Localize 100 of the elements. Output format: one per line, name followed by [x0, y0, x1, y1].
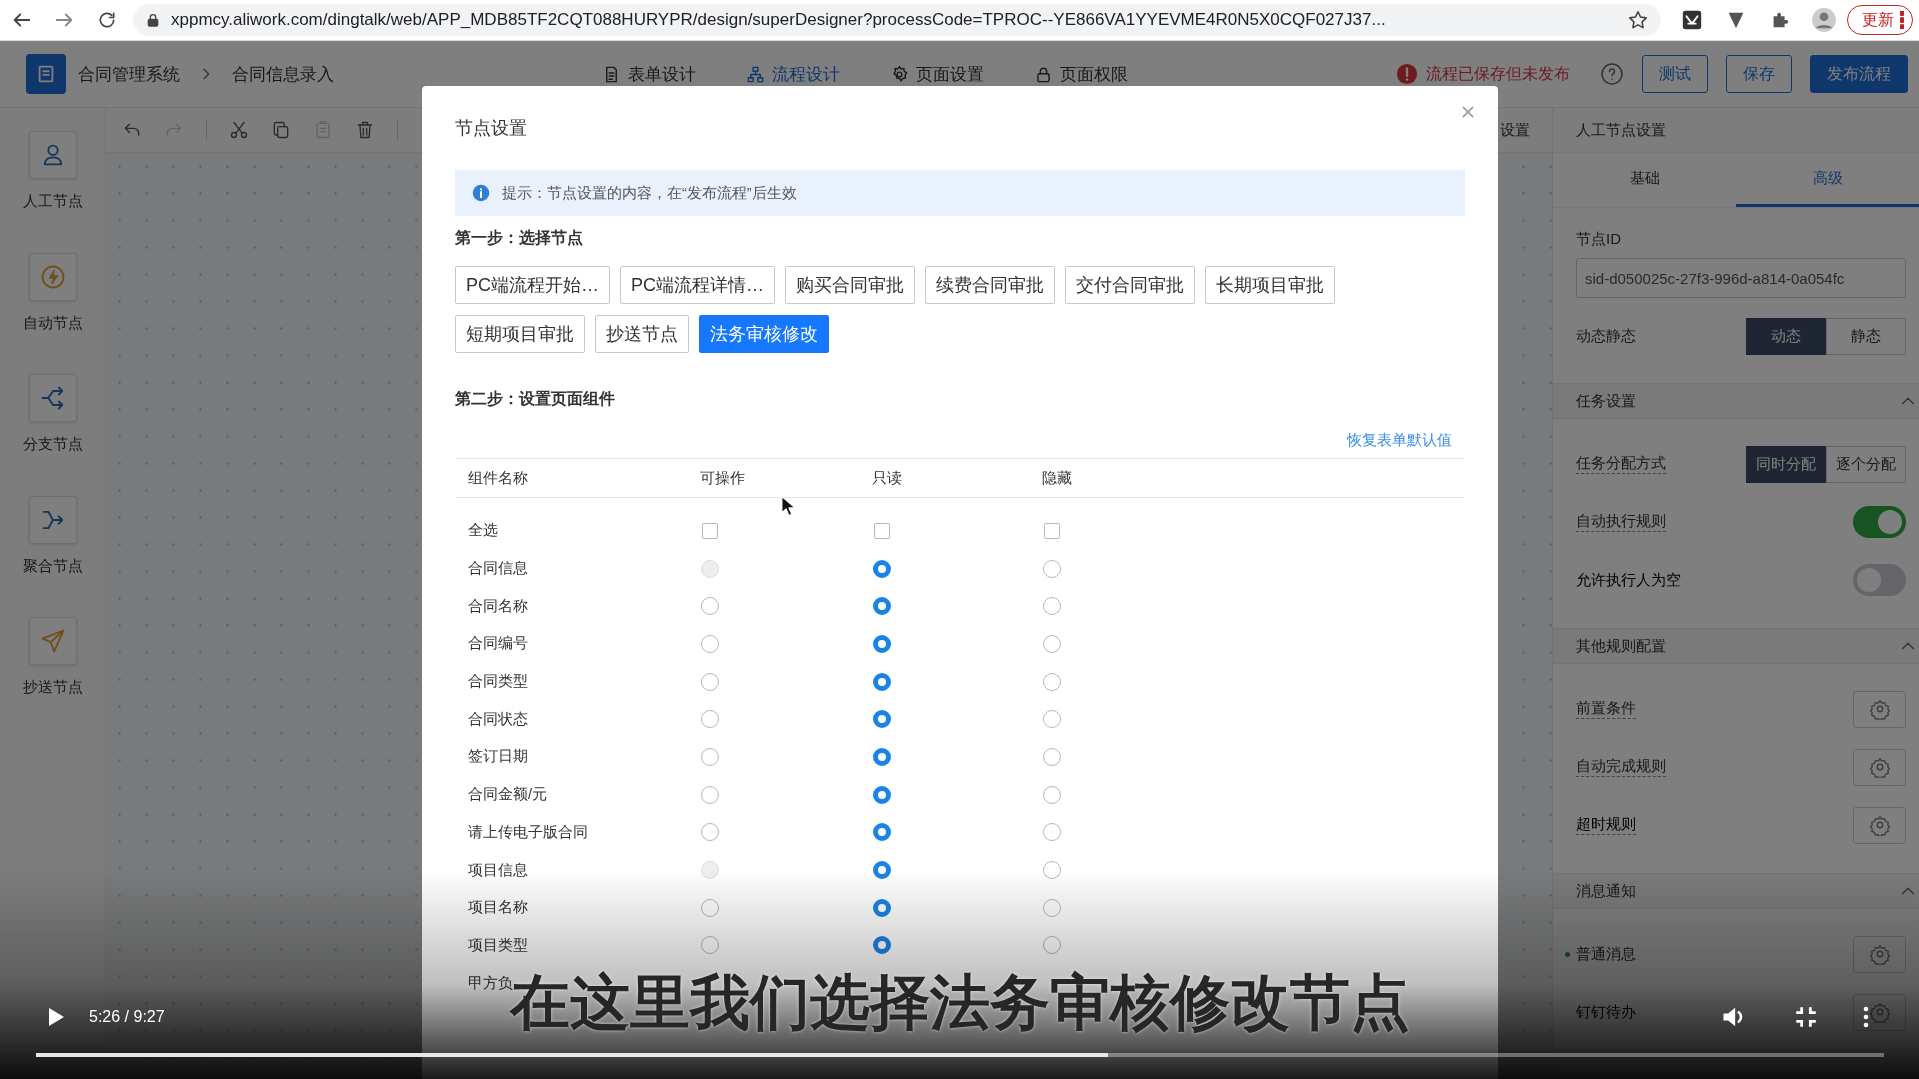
lock-icon — [1034, 64, 1053, 84]
nav-tab[interactable]: 流程设计 — [746, 62, 840, 86]
radio-button[interactable] — [873, 898, 891, 917]
node-tile[interactable] — [28, 131, 77, 179]
checkbox[interactable] — [1044, 522, 1060, 539]
panel-tab[interactable]: 基础 — [1553, 153, 1736, 207]
node-option[interactable]: PC端流程详情… — [620, 266, 776, 304]
avatar-icon[interactable] — [1811, 7, 1837, 33]
radio-button[interactable] — [701, 634, 719, 653]
radio-button[interactable] — [701, 823, 719, 842]
nav-tab[interactable]: 页面权限 — [1034, 62, 1128, 86]
dialog-title: 节点设置 — [455, 117, 527, 140]
node-option[interactable]: 抄送节点 — [595, 315, 689, 353]
radio-button[interactable] — [1043, 861, 1061, 880]
node-option[interactable]: 购买合同审批 — [785, 266, 916, 304]
reload-icon[interactable] — [97, 10, 117, 30]
radio-button[interactable] — [1043, 898, 1061, 917]
node-option[interactable]: 法务审核修改 — [699, 315, 829, 353]
radio-button[interactable] — [1043, 785, 1061, 804]
star-icon[interactable] — [1627, 9, 1649, 31]
notice-text: 提示：节点设置的内容，在“发布流程”后生效 — [502, 183, 797, 203]
segment-option[interactable]: 动态 — [1746, 318, 1826, 355]
node-option[interactable]: 长期项目审批 — [1205, 266, 1336, 304]
more-icon[interactable] — [1863, 1005, 1869, 1029]
section-title: 其他规则配置 — [1576, 636, 1666, 656]
radio-button[interactable] — [1043, 597, 1061, 616]
node-tile[interactable] — [28, 495, 77, 544]
progress-track[interactable] — [36, 1053, 1884, 1057]
reset-link[interactable]: 恢复表单默认值 — [1347, 431, 1452, 450]
header-button[interactable]: 发布流程 — [1810, 55, 1908, 93]
delete-icon[interactable] — [355, 120, 375, 140]
field-label: 前置条件 — [1576, 699, 1636, 719]
node-tile[interactable] — [28, 374, 77, 422]
segment-option[interactable]: 同时分配 — [1746, 445, 1826, 483]
toggle-switch[interactable] — [1853, 564, 1906, 596]
app-logo[interactable] — [26, 54, 66, 94]
node-option[interactable]: 交付合同审批 — [1065, 266, 1196, 304]
node-option[interactable]: PC端流程开始… — [455, 266, 610, 304]
radio-button[interactable] — [701, 710, 719, 729]
radio-button[interactable] — [873, 634, 891, 653]
close-icon[interactable] — [1460, 104, 1476, 120]
segment-option[interactable]: 静态 — [1826, 318, 1906, 355]
radio-button[interactable] — [873, 672, 891, 691]
row-label: 合同名称 — [467, 596, 529, 616]
radio-button[interactable] — [701, 936, 719, 955]
header-button[interactable]: 测试 — [1642, 55, 1708, 93]
radio-button[interactable] — [701, 672, 719, 691]
gear-icon — [1868, 943, 1891, 965]
copy-icon[interactable] — [271, 120, 291, 140]
radio-button[interactable] — [701, 898, 719, 917]
row-label: 合同信息 — [467, 559, 529, 579]
radio-button[interactable] — [1043, 747, 1061, 766]
radio-button[interactable] — [873, 710, 891, 729]
radio-button[interactable] — [1043, 936, 1061, 955]
gear-icon — [1868, 1001, 1891, 1023]
radio-button[interactable] — [873, 597, 891, 616]
header-button[interactable]: 保存 — [1726, 55, 1792, 93]
radio-button[interactable] — [873, 747, 891, 766]
radio-button[interactable] — [873, 823, 891, 842]
flowchart-icon — [746, 64, 765, 84]
node-option[interactable]: 短期项目审批 — [455, 315, 585, 353]
radio-button[interactable] — [1043, 710, 1061, 729]
segment-option[interactable]: 逐个分配 — [1826, 445, 1906, 483]
radio-button[interactable] — [1043, 634, 1061, 653]
square-logo-icon[interactable] — [1681, 9, 1703, 31]
row-label: 项目类型 — [467, 935, 529, 955]
radio-button[interactable] — [1043, 559, 1061, 578]
address-bar[interactable]: xppmcy.aliwork.com/dingtalk/web/APP_MDB85TF2CQT088HURYPR/design/superDesigner?processCode=TPROC--YE866VA1YYEVME4R0N5X0CQF027J37... — [133, 4, 1661, 36]
row-label: 请上传电子版合同 — [467, 822, 589, 842]
nav-tab[interactable]: 表单设计 — [602, 62, 696, 86]
radio-button[interactable] — [873, 785, 891, 804]
update-button[interactable]: 更新 — [1847, 5, 1913, 35]
settings-button[interactable] — [1853, 993, 1906, 1031]
step-heading: 第一步：选择节点 — [455, 228, 584, 248]
cursor-icon — [780, 495, 796, 518]
radio-button[interactable] — [1043, 672, 1061, 691]
field-label: 普通消息 — [1576, 944, 1636, 964]
radio-button[interactable] — [701, 747, 719, 766]
exit-fullscreen-icon[interactable] — [1793, 1004, 1819, 1030]
help-icon[interactable] — [1600, 62, 1624, 86]
radio-button[interactable] — [873, 559, 891, 578]
status-text: 流程已保存但未发布 — [1426, 63, 1570, 84]
node-tile[interactable] — [28, 617, 77, 665]
section-title: 消息通知 — [1576, 881, 1636, 901]
cut-icon[interactable] — [229, 120, 249, 140]
radio-button[interactable] — [873, 936, 891, 955]
checkbox[interactable] — [702, 522, 718, 539]
node-id-field[interactable]: sid-d050025c-27f3-996d-a814-0a054fc — [1576, 258, 1906, 298]
radio-button[interactable] — [701, 785, 719, 804]
radio-button[interactable] — [873, 861, 891, 880]
node-option[interactable]: 续费合同审批 — [925, 266, 1056, 304]
radio-button[interactable] — [1043, 823, 1061, 842]
checkbox[interactable] — [874, 522, 890, 539]
panel-tab[interactable]: 高级 — [1736, 153, 1919, 207]
node-tile[interactable] — [28, 252, 77, 301]
nav-tab[interactable]: 页面设置 — [890, 62, 984, 86]
column-header: 隐藏 — [1042, 468, 1073, 488]
radio-button[interactable] — [701, 597, 719, 616]
toggle-switch[interactable] — [1853, 506, 1906, 538]
info-icon — [472, 184, 490, 202]
